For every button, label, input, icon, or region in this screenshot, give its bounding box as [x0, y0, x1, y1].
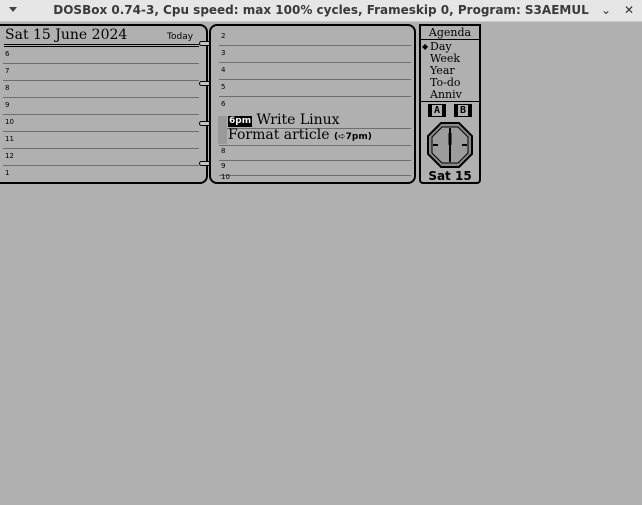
- hour-row[interactable]: 7: [3, 64, 199, 81]
- hour-label: 4: [221, 66, 226, 74]
- hour-row[interactable]: 2: [219, 29, 411, 46]
- selected-bullet-icon: ◆: [422, 42, 429, 51]
- drive-a-label: A: [432, 105, 442, 116]
- appointment-text-line1: Write Linux: [256, 112, 340, 128]
- diary-right-page[interactable]: 2 3 4 5 6 7 8 9 10: [209, 24, 416, 184]
- close-button[interactable]: ✕: [621, 2, 637, 18]
- view-week[interactable]: Week: [430, 53, 460, 64]
- window-titlebar[interactable]: DOSBox 0.74-3, Cpu speed: max 100% cycle…: [0, 0, 642, 22]
- hour-row[interactable]: 9: [3, 98, 199, 115]
- hour-row[interactable]: 11: [3, 132, 199, 149]
- minimize-button[interactable]: ⌄: [598, 2, 614, 18]
- date-heading: Sat 15 June 2024: [5, 27, 128, 43]
- hour-label: 10: [5, 118, 14, 126]
- hour-row[interactable]: 10: [219, 172, 411, 184]
- hour-label: 3: [221, 49, 226, 57]
- hour-row[interactable]: 10: [3, 115, 199, 132]
- hour-row[interactable]: 5: [219, 80, 411, 97]
- hour-label: 9: [221, 162, 226, 170]
- clock-icon: [427, 122, 473, 168]
- agenda-sidebar: Agenda ◆ Day Week Year To-do Anniv A B S…: [419, 24, 481, 184]
- appointment-start-time: 6pm: [228, 116, 253, 127]
- hour-label: 12: [5, 152, 14, 160]
- drive-b-label: B: [458, 105, 468, 116]
- appointment-end-time: (➪7pm): [333, 132, 372, 142]
- hour-label: 10: [221, 173, 230, 181]
- appointment-marker: [218, 116, 227, 144]
- hour-row[interactable]: 3: [219, 46, 411, 63]
- sidebar-divider: [421, 101, 479, 102]
- hour-label: 8: [221, 147, 226, 155]
- hour-label: 5: [221, 83, 226, 91]
- dos-screen: Sat 15 June 2024 Today 6 7 8 9 10 11 12 …: [0, 22, 642, 505]
- appointment-entry[interactable]: 6pm Write Linux Format article (➪7pm): [228, 113, 372, 145]
- hour-label: 2: [221, 32, 226, 40]
- hour-label: 1: [5, 169, 10, 177]
- agenda-title: Agenda: [421, 26, 479, 40]
- hour-row[interactable]: 8: [3, 81, 199, 98]
- view-day[interactable]: Day: [430, 41, 452, 52]
- view-year[interactable]: Year: [430, 65, 455, 76]
- drive-a-button[interactable]: A: [428, 104, 446, 117]
- hour-label: 11: [5, 135, 14, 143]
- hour-row[interactable]: 1: [3, 166, 199, 183]
- today-button[interactable]: Today: [167, 32, 193, 42]
- hour-row[interactable]: 4: [219, 63, 411, 80]
- hour-label: 6: [221, 100, 226, 108]
- hour-label: 7: [5, 67, 10, 75]
- hour-row[interactable]: 12: [3, 149, 199, 166]
- hour-label: 8: [5, 84, 10, 92]
- hour-label: 6: [5, 50, 10, 58]
- hour-row[interactable]: 6: [3, 47, 199, 64]
- hour-label: 9: [5, 101, 10, 109]
- sidebar-date: Sat 15: [428, 169, 472, 183]
- drive-b-button[interactable]: B: [454, 104, 472, 117]
- view-todo[interactable]: To-do: [430, 77, 461, 88]
- window-title: DOSBox 0.74-3, Cpu speed: max 100% cycle…: [53, 3, 589, 17]
- view-anniv[interactable]: Anniv: [430, 89, 462, 100]
- diary-left-page[interactable]: Sat 15 June 2024 Today 6 7 8 9 10 11 12 …: [0, 24, 208, 184]
- appointment-text-line2: Format article: [228, 127, 330, 143]
